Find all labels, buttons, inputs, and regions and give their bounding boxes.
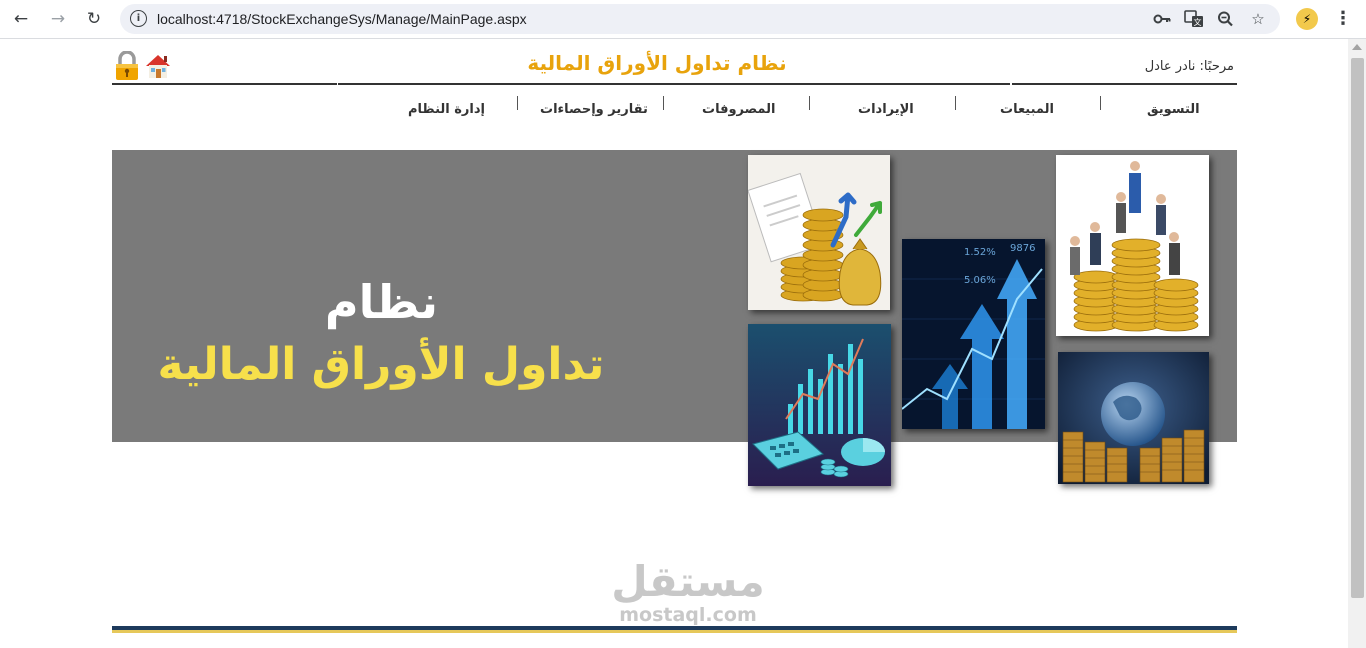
- page-title: نظام تداول الأوراق المالية: [527, 51, 787, 75]
- menu-separator: [955, 96, 956, 110]
- rising-arrows-chart-image: 1.52% 9876 5.06%: [902, 239, 1045, 429]
- menu-item-reports[interactable]: تقارير وإحصاءات: [540, 102, 648, 117]
- footer-divider-accent: [112, 630, 1237, 633]
- businesspeople-on-coins-image: [1056, 155, 1209, 336]
- translate-icon[interactable]: 文: [1184, 10, 1204, 28]
- menu-separator: [663, 96, 664, 110]
- menu-item-sales[interactable]: المبيعات: [1000, 102, 1054, 117]
- site-info-icon[interactable]: i: [130, 10, 147, 27]
- chart-number-value: 9876: [1010, 243, 1035, 254]
- password-key-icon[interactable]: [1152, 10, 1172, 28]
- forward-icon[interactable]: →: [45, 7, 71, 31]
- home-icon[interactable]: [144, 52, 172, 80]
- watermark-latin: mostaql.com: [619, 604, 757, 626]
- banner-subheading: تداول الأوراق المالية: [157, 339, 605, 390]
- svg-text:文: 文: [1194, 17, 1202, 27]
- browser-menu-icon[interactable]: ⋮: [1334, 8, 1352, 30]
- header-divider-left: [112, 83, 337, 85]
- url-text[interactable]: localhost:4718/StockExchangeSys/Manage/M…: [157, 11, 527, 27]
- menu-item-system-admin[interactable]: إدارة النظام: [408, 102, 485, 117]
- browser-toolbar: ← → ↻ i localhost:4718/StockExchangeSys/…: [0, 0, 1366, 39]
- header-divider-right: [1012, 83, 1237, 85]
- chart-number-percent-2: 5.06%: [964, 275, 996, 286]
- main-page: نظام تداول الأوراق المالية مرحبًا: نادر …: [112, 39, 1237, 648]
- lock-icon[interactable]: [114, 50, 140, 81]
- welcome-user-text: مرحبًا: نادر عادل: [1144, 59, 1234, 74]
- mostaql-watermark: مستقل mostaql.com: [598, 557, 778, 626]
- watermark-arabic: مستقل: [611, 557, 765, 606]
- header-divider-middle: [338, 83, 1010, 85]
- back-icon[interactable]: ←: [8, 7, 34, 31]
- isometric-charts-calculator-image: [748, 324, 891, 486]
- menu-item-expenses[interactable]: المصروفات: [702, 102, 776, 117]
- scrollbar-thumb[interactable]: [1351, 58, 1364, 598]
- zoom-icon[interactable]: [1216, 10, 1236, 28]
- globe-on-coins-image: [1058, 352, 1209, 484]
- menu-separator: [1100, 96, 1101, 110]
- extension-icon[interactable]: ⚡: [1296, 8, 1318, 30]
- menu-item-revenues[interactable]: الإيرادات: [858, 102, 914, 117]
- menu-item-marketing[interactable]: التسويق: [1147, 102, 1200, 117]
- bookmark-star-icon[interactable]: ☆: [1248, 10, 1268, 28]
- scroll-up-arrow-icon[interactable]: [1352, 44, 1362, 50]
- menu-separator: [517, 96, 518, 110]
- coins-moneybag-image: [748, 155, 890, 310]
- reload-icon[interactable]: ↻: [81, 7, 107, 31]
- chart-number-percent-1: 1.52%: [964, 247, 996, 258]
- address-bar[interactable]: i localhost:4718/StockExchangeSys/Manage…: [120, 4, 1280, 34]
- banner-heading: نظام: [324, 275, 438, 329]
- menu-separator: [809, 96, 810, 110]
